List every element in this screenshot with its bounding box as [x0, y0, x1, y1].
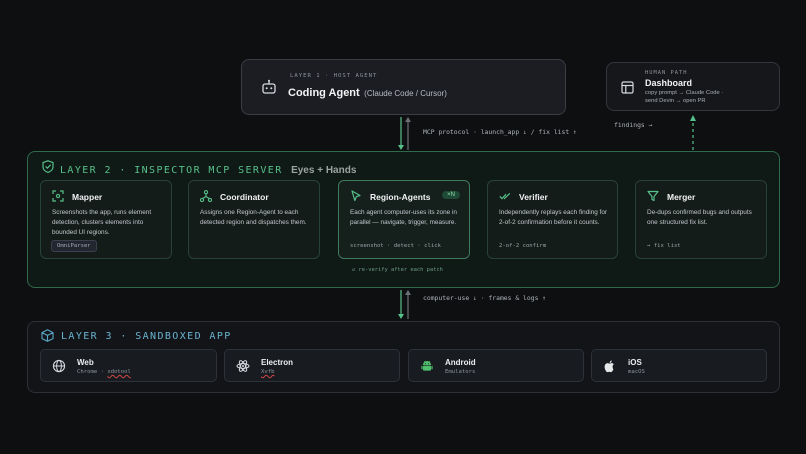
scan-icon [52, 190, 64, 202]
shield-check-icon [42, 160, 54, 173]
tile-sub-a: macOS [628, 369, 645, 375]
tile-sub-a: Emulators [445, 369, 476, 375]
layer1-subtitle: (Claude Code / Cursor) [364, 89, 447, 98]
stage-title: Mapper [72, 192, 103, 202]
stage-verifier[interactable]: Verifier Independently replays each find… [487, 180, 618, 259]
tile-sub-a: Chrome [77, 369, 98, 375]
stage-title: Merger [667, 192, 696, 202]
layer2-title: LAYER 2 · INSPECTOR MCP SERVER [60, 165, 283, 176]
mcp-connector-label: MCP protocol · launch_app ↓ / fix list ↑ [423, 128, 577, 136]
layer1-heading: Coding Agent (Claude Code / Cursor) [288, 83, 447, 101]
stage-title: Region-Agents [370, 192, 431, 202]
stage-footer: → fix list [647, 243, 681, 249]
stage-title: Coordinator [220, 192, 269, 202]
human-title: Dashboard [645, 78, 693, 88]
robot-icon [262, 79, 276, 94]
cube-icon [41, 329, 54, 342]
apple-icon [604, 360, 614, 373]
tile-sub-sep: · [97, 369, 108, 375]
network-icon [200, 190, 212, 202]
host-agent-card: LAYER 1 · HOST AGENT Coding Agent (Claud… [241, 59, 566, 115]
stage-description: Each agent computer-uses its zone in par… [350, 209, 457, 226]
atom-icon [236, 360, 250, 372]
computer-use-connector-label: computer-use ↓ · frames & logs ↑ [423, 294, 547, 302]
funnel-icon [647, 190, 659, 202]
stage-title: Verifier [519, 192, 548, 202]
stage-merger[interactable]: Merger De-dups confirmed bugs and output… [635, 180, 767, 259]
android-icon [421, 360, 433, 371]
layout-icon [621, 81, 634, 94]
tile-name: iOS [628, 358, 642, 367]
layer2-tagline: Eyes + Hands [291, 165, 357, 176]
stage-mapper[interactable]: Mapper Screenshots the app, runs element… [40, 180, 172, 259]
stage-coordinator[interactable]: Coordinator Assigns one Region-Agent to … [188, 180, 320, 259]
tile-sub-b: Xvfb [261, 369, 275, 375]
stage-footer: screenshot · detect · click [350, 243, 441, 249]
tile-name: Electron [261, 358, 294, 367]
target-electron[interactable]: Electron Xvfb [224, 349, 400, 382]
stage-description: De-dups confirmed bugs and outputs one s… [647, 209, 752, 226]
findings-connector-label: findings → [614, 121, 653, 129]
double-check-icon [499, 192, 511, 200]
stage-footer: 2-of-2 confirm [499, 243, 547, 249]
target-ios[interactable]: iOS macOS [591, 349, 767, 382]
stage-description: Independently replays each finding for 2… [499, 209, 608, 226]
human-line1: copy prompt → Claude Code · [645, 90, 724, 96]
tile-name: Web [77, 358, 94, 367]
layer3-title: LAYER 3 · SANDBOXED APP [61, 331, 232, 342]
target-android[interactable]: Android Emulators [408, 349, 584, 382]
target-web[interactable]: Web Chrome · xdotool [40, 349, 217, 382]
tile-subtitle: Chrome · xdotool [77, 369, 131, 375]
tile-subtitle: Emulators [445, 369, 475, 375]
layer1-title: Coding Agent [288, 87, 360, 99]
stage-description: Assigns one Region-Agent to each detecte… [200, 209, 307, 226]
tile-subtitle: macOS [628, 369, 645, 375]
human-line2: send Devin → open PR [645, 98, 706, 104]
agent-count-badge: ×N [442, 191, 460, 199]
globe-icon [52, 359, 66, 373]
omniparser-chip: OmniParser [51, 240, 97, 252]
human-kicker: HUMAN PATH [645, 70, 688, 76]
stage-region-agents[interactable]: Region-Agents ×N Each agent computer-use… [338, 180, 470, 259]
tile-sub-b: xdotool [107, 369, 131, 375]
layer1-kicker: LAYER 1 · HOST AGENT [290, 73, 378, 79]
cursor-icon [351, 190, 361, 202]
tile-subtitle: Xvfb [261, 369, 274, 375]
stage-description: Screenshots the app, runs element detect… [52, 209, 152, 236]
reverify-label: ↺ re-verify after each patch [352, 267, 443, 273]
layer2-heading: LAYER 2 · INSPECTOR MCP SERVER Eyes + Ha… [60, 160, 356, 178]
dashboard-card[interactable]: HUMAN PATH Dashboard copy prompt → Claud… [606, 62, 780, 111]
tile-name: Android [445, 358, 476, 367]
